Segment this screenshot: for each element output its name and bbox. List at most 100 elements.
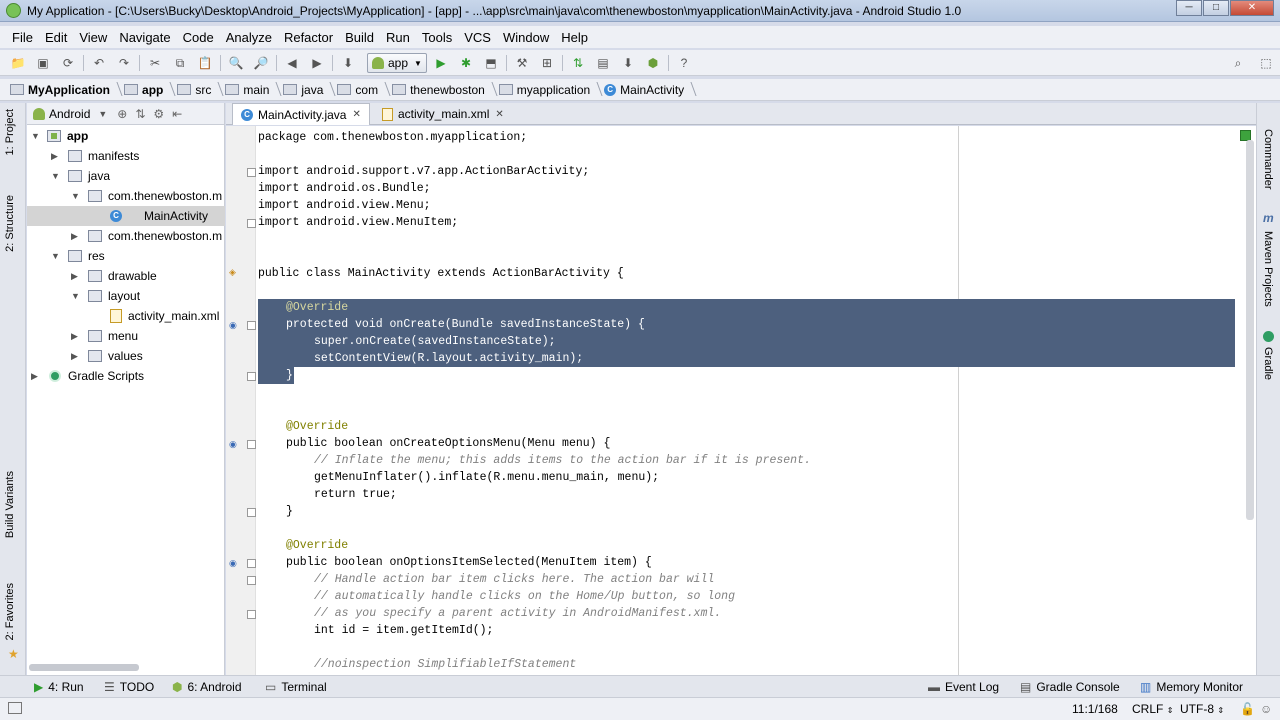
- hide-panel-icon[interactable]: ⇤: [172, 107, 182, 121]
- breadcrumb-mainactivity[interactable]: C MainActivity: [600, 80, 694, 100]
- android-device-monitor-icon[interactable]: ⬢: [645, 55, 661, 71]
- breadcrumb-com[interactable]: com: [333, 80, 388, 100]
- close-tab-icon[interactable]: ✕: [495, 109, 503, 120]
- menu-tools[interactable]: Tools: [416, 30, 458, 45]
- save-icon[interactable]: ▣: [35, 55, 51, 71]
- tree-item-gradle-scripts[interactable]: ▶ Gradle Scripts: [27, 366, 225, 386]
- tree-item-layout[interactable]: ▼ layout: [27, 286, 225, 306]
- tree-item-java[interactable]: ▼ java: [27, 166, 225, 186]
- override-icon[interactable]: ◉: [229, 558, 241, 568]
- minimize-button[interactable]: ─: [1176, 0, 1202, 16]
- tool-tab-gradle-console[interactable]: ▤ Gradle Console: [1020, 679, 1120, 695]
- fold-marker-icon[interactable]: [247, 168, 256, 177]
- code-editor[interactable]: ◈ ◉ ◉ ◉ package com.thenewboston.myappli…: [226, 126, 1256, 675]
- replace-icon[interactable]: 🔎: [253, 55, 269, 71]
- collapse-arrow-icon[interactable]: ▶: [51, 151, 61, 162]
- menu-code[interactable]: Code: [177, 30, 220, 45]
- close-tab-icon[interactable]: ✕: [352, 109, 360, 120]
- breadcrumb-src[interactable]: src: [173, 80, 221, 100]
- scroll-from-source-icon[interactable]: ⊕: [117, 107, 127, 121]
- avd-manager-icon[interactable]: ▤: [595, 55, 611, 71]
- tool-tab-structure[interactable]: 2: Structure: [4, 195, 16, 252]
- tree-item-menu[interactable]: ▶ menu: [27, 326, 225, 346]
- horizontal-scrollbar[interactable]: [29, 664, 139, 671]
- undo-icon[interactable]: ↶: [91, 55, 107, 71]
- gear-icon[interactable]: ⚙: [153, 107, 164, 121]
- settings-icon[interactable]: ⊞: [539, 55, 555, 71]
- tree-item-test-package[interactable]: ▶ com.thenewboston.m: [27, 226, 225, 246]
- tool-tab-maven[interactable]: Maven Projects: [1262, 231, 1274, 307]
- breadcrumb-java[interactable]: java: [279, 80, 333, 100]
- menu-edit[interactable]: Edit: [39, 30, 73, 45]
- caret-position[interactable]: 11:1/168: [1072, 702, 1118, 716]
- fold-marker-icon[interactable]: [247, 372, 256, 381]
- attach-debugger-icon[interactable]: ⬒: [483, 55, 499, 71]
- tab-activity-main-xml[interactable]: activity_main.xml ✕: [374, 103, 512, 125]
- sdk-manager-icon[interactable]: ⬇: [620, 55, 636, 71]
- expand-arrow-icon[interactable]: ▼: [31, 131, 41, 141]
- sync-gradle-icon[interactable]: ⇅: [570, 55, 586, 71]
- expand-arrow-icon[interactable]: ▼: [51, 171, 61, 181]
- tree-item-manifests[interactable]: ▶ manifests: [27, 146, 225, 166]
- redo-icon[interactable]: ↷: [116, 55, 132, 71]
- tool-tab-event-log[interactable]: ▬ Event Log: [928, 679, 999, 695]
- hector-icon[interactable]: ☺: [1260, 702, 1272, 716]
- paste-icon[interactable]: 📋: [197, 55, 213, 71]
- tool-tab-run[interactable]: ▶ 4: Run: [34, 679, 84, 695]
- maximize-button[interactable]: □: [1203, 0, 1229, 16]
- tab-mainactivity-java[interactable]: C MainActivity.java ✕: [232, 103, 370, 125]
- tree-item-app[interactable]: ▼ app: [27, 126, 225, 146]
- line-separator-selector[interactable]: CRLF ⇕: [1132, 702, 1173, 716]
- tool-tab-build-variants[interactable]: Build Variants: [4, 471, 16, 538]
- forward-icon[interactable]: ▶: [309, 55, 325, 71]
- fold-marker-icon[interactable]: [247, 576, 256, 585]
- fold-marker-icon[interactable]: [247, 508, 256, 517]
- fold-marker-icon[interactable]: [247, 559, 256, 568]
- maximize-editor-icon[interactable]: ⬚: [1258, 55, 1274, 71]
- breadcrumb-thenewboston[interactable]: thenewboston: [388, 80, 495, 100]
- fold-marker-icon[interactable]: [247, 321, 256, 330]
- class-hierarchy-icon[interactable]: ◈: [229, 267, 241, 277]
- menu-build[interactable]: Build: [339, 30, 380, 45]
- fold-marker-icon[interactable]: [247, 440, 256, 449]
- close-button[interactable]: ✕: [1230, 0, 1274, 16]
- sync-icon[interactable]: ⟳: [60, 55, 76, 71]
- tool-tab-terminal[interactable]: ▭ Terminal: [265, 679, 327, 695]
- copy-icon[interactable]: ⧉: [172, 55, 188, 71]
- back-icon[interactable]: ◀: [284, 55, 300, 71]
- vertical-scrollbar[interactable]: [1246, 140, 1254, 520]
- expand-arrow-icon[interactable]: ▼: [71, 291, 81, 301]
- editor-gutter[interactable]: [226, 126, 256, 675]
- tool-tab-todo[interactable]: ☰ TODO: [104, 679, 154, 695]
- menu-analyze[interactable]: Analyze: [220, 30, 278, 45]
- collapse-all-icon[interactable]: ⇅: [135, 107, 145, 121]
- tool-tab-android[interactable]: ⬢ 6: Android: [172, 679, 242, 695]
- encoding-selector[interactable]: UTF-8 ⇕: [1180, 702, 1224, 716]
- lock-icon[interactable]: 🔓: [1240, 702, 1255, 716]
- tool-tab-favorites[interactable]: 2: Favorites: [4, 583, 16, 640]
- search-icon[interactable]: ⌕: [1230, 55, 1246, 71]
- tool-tab-project[interactable]: 1: Project: [4, 109, 16, 155]
- expand-arrow-icon[interactable]: ▼: [51, 251, 61, 261]
- project-view-selector[interactable]: Android: [49, 107, 90, 121]
- debug-icon[interactable]: ✱: [458, 55, 474, 71]
- breadcrumb-myapplication[interactable]: MyApplication: [6, 80, 120, 100]
- menu-view[interactable]: View: [73, 30, 113, 45]
- menu-refactor[interactable]: Refactor: [278, 30, 339, 45]
- menu-vcs[interactable]: VCS: [458, 30, 497, 45]
- help-icon[interactable]: ?: [676, 55, 692, 71]
- override-icon[interactable]: ◉: [229, 439, 241, 449]
- breadcrumb-app[interactable]: app: [120, 80, 173, 100]
- tree-item-activity-main-xml[interactable]: activity_main.xml: [27, 306, 225, 326]
- menu-help[interactable]: Help: [555, 30, 594, 45]
- collapse-arrow-icon[interactable]: ▶: [31, 371, 41, 382]
- expand-arrow-icon[interactable]: ▼: [71, 191, 81, 201]
- run-config-dropdown[interactable]: app ▼: [367, 53, 427, 73]
- make-project-icon[interactable]: ⬇: [340, 55, 356, 71]
- tree-item-drawable[interactable]: ▶ drawable: [27, 266, 225, 286]
- open-folder-icon[interactable]: 📁: [10, 55, 26, 71]
- fold-marker-icon[interactable]: [247, 610, 256, 619]
- fold-marker-icon[interactable]: [247, 219, 256, 228]
- tree-item-res[interactable]: ▼ res: [27, 246, 225, 266]
- tool-tab-memory-monitor[interactable]: ▥ Memory Monitor: [1140, 679, 1243, 695]
